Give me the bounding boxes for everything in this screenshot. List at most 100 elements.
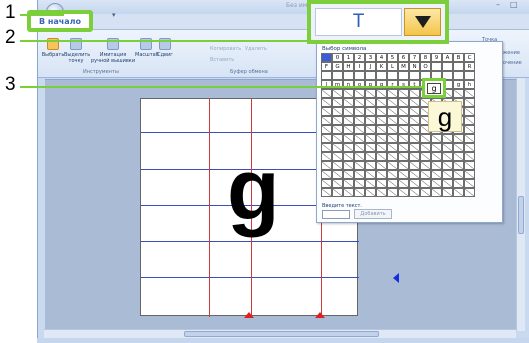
empty-character-cell[interactable] — [409, 134, 420, 143]
empty-character-cell[interactable] — [398, 125, 409, 134]
character-cell[interactable]: 8 — [420, 53, 431, 62]
empty-character-cell[interactable] — [376, 161, 387, 170]
empty-character-cell[interactable] — [398, 170, 409, 179]
empty-character-cell[interactable] — [343, 152, 354, 161]
character-cell[interactable]: O — [420, 62, 431, 71]
empty-character-cell[interactable] — [365, 89, 376, 98]
empty-character-cell[interactable] — [321, 143, 332, 152]
empty-character-cell[interactable] — [354, 179, 365, 188]
character-cell[interactable] — [387, 71, 398, 80]
empty-character-cell[interactable] — [387, 125, 398, 134]
empty-character-cell[interactable] — [321, 116, 332, 125]
empty-character-cell[interactable] — [365, 188, 376, 197]
empty-character-cell[interactable] — [321, 125, 332, 134]
empty-character-cell[interactable] — [343, 107, 354, 116]
empty-character-cell[interactable] — [332, 89, 343, 98]
empty-character-cell[interactable] — [321, 134, 332, 143]
empty-character-cell[interactable] — [321, 179, 332, 188]
maximize-icon[interactable]: □ — [510, 0, 518, 9]
empty-character-cell[interactable] — [343, 188, 354, 197]
empty-character-cell[interactable] — [332, 188, 343, 197]
empty-character-cell[interactable] — [354, 143, 365, 152]
empty-character-cell[interactable] — [398, 107, 409, 116]
empty-character-cell[interactable] — [387, 188, 398, 197]
empty-character-cell[interactable] — [409, 107, 420, 116]
empty-character-cell[interactable] — [398, 116, 409, 125]
empty-character-cell[interactable] — [420, 134, 431, 143]
empty-character-cell[interactable] — [376, 98, 387, 107]
character-cell[interactable]: 4 — [376, 53, 387, 62]
empty-character-cell[interactable] — [464, 170, 475, 179]
empty-character-cell[interactable] — [343, 134, 354, 143]
character-cell[interactable] — [453, 71, 464, 80]
minimize-icon[interactable]: – — [496, 0, 500, 9]
character-cell[interactable]: 2 — [354, 53, 365, 62]
empty-character-cell[interactable] — [387, 170, 398, 179]
character-cell[interactable] — [332, 71, 343, 80]
empty-character-cell[interactable] — [387, 152, 398, 161]
empty-character-cell[interactable] — [387, 161, 398, 170]
character-cell[interactable]: g — [453, 80, 464, 89]
empty-character-cell[interactable] — [332, 125, 343, 134]
empty-character-cell[interactable] — [376, 89, 387, 98]
guide-marker-red[interactable] — [244, 312, 254, 318]
empty-character-cell[interactable] — [409, 116, 420, 125]
empty-character-cell[interactable] — [420, 143, 431, 152]
character-cell[interactable]: L — [387, 62, 398, 71]
empty-character-cell[interactable] — [365, 179, 376, 188]
quick-access-arrow-icon[interactable]: ▾ — [112, 11, 116, 19]
copy-button[interactable]: Копировать — [210, 46, 241, 52]
empty-character-cell[interactable] — [464, 107, 475, 116]
empty-character-cell[interactable] — [332, 98, 343, 107]
empty-character-cell[interactable] — [343, 161, 354, 170]
horizontal-scrollbar[interactable] — [44, 329, 516, 338]
empty-character-cell[interactable] — [464, 143, 475, 152]
selected-character-cell[interactable]: g — [422, 78, 446, 98]
empty-character-cell[interactable] — [354, 125, 365, 134]
empty-character-cell[interactable] — [464, 116, 475, 125]
empty-character-cell[interactable] — [354, 188, 365, 197]
character-cell[interactable]: C — [464, 53, 475, 62]
character-cell[interactable]: I — [354, 62, 365, 71]
empty-character-cell[interactable] — [387, 116, 398, 125]
character-cell[interactable] — [464, 71, 475, 80]
empty-character-cell[interactable] — [398, 143, 409, 152]
character-cell[interactable] — [321, 53, 332, 62]
guide-marker-red[interactable] — [315, 312, 325, 318]
empty-character-cell[interactable] — [332, 170, 343, 179]
empty-character-cell[interactable] — [453, 152, 464, 161]
font-dropdown-button[interactable] — [404, 8, 441, 36]
empty-character-cell[interactable] — [387, 143, 398, 152]
character-cell[interactable]: 9 — [431, 53, 442, 62]
character-cell[interactable]: 0 — [332, 53, 343, 62]
empty-character-cell[interactable] — [398, 134, 409, 143]
empty-character-cell[interactable] — [332, 107, 343, 116]
empty-character-cell[interactable] — [376, 188, 387, 197]
empty-character-cell[interactable] — [332, 161, 343, 170]
empty-character-cell[interactable] — [376, 125, 387, 134]
empty-character-cell[interactable] — [354, 98, 365, 107]
character-cell[interactable] — [321, 71, 332, 80]
empty-character-cell[interactable] — [409, 143, 420, 152]
empty-character-cell[interactable] — [321, 152, 332, 161]
empty-character-cell[interactable] — [321, 161, 332, 170]
empty-character-cell[interactable] — [354, 116, 365, 125]
empty-character-cell[interactable] — [376, 134, 387, 143]
empty-character-cell[interactable] — [321, 188, 332, 197]
empty-character-cell[interactable] — [387, 134, 398, 143]
character-cell[interactable]: 7 — [409, 53, 420, 62]
empty-character-cell[interactable] — [354, 107, 365, 116]
add-button[interactable]: Добавить — [354, 209, 392, 219]
empty-character-cell[interactable] — [376, 179, 387, 188]
empty-character-cell[interactable] — [398, 98, 409, 107]
empty-character-cell[interactable] — [431, 188, 442, 197]
character-cell[interactable]: N — [409, 62, 420, 71]
empty-character-cell[interactable] — [453, 143, 464, 152]
character-cell[interactable]: F — [321, 62, 332, 71]
character-cell[interactable] — [365, 71, 376, 80]
character-cell[interactable]: G — [332, 62, 343, 71]
character-cell[interactable] — [343, 71, 354, 80]
empty-character-cell[interactable] — [376, 107, 387, 116]
empty-character-cell[interactable] — [365, 170, 376, 179]
empty-character-cell[interactable] — [442, 179, 453, 188]
